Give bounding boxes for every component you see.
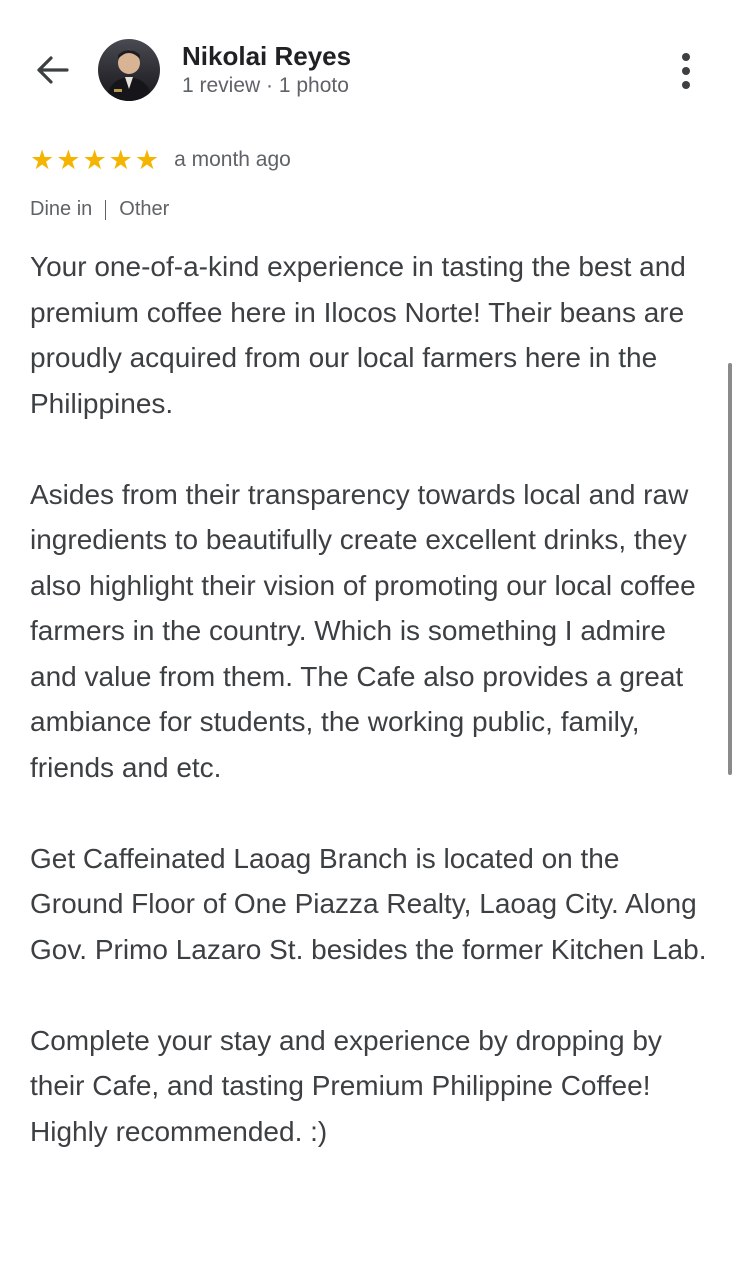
more-vert-icon (682, 53, 690, 61)
tag-divider (105, 199, 107, 220)
review-time: a month ago (174, 148, 291, 171)
review-paragraph: Complete your stay and experience by dro… (30, 1024, 662, 1147)
review-tags: Dine in Other (30, 198, 169, 221)
more-vert-icon-dot (682, 67, 690, 75)
tag-other: Other (119, 198, 170, 220)
review-paragraph: Asides from their transparency towards l… (30, 478, 696, 783)
star-icon: ★ (56, 145, 81, 175)
more-options-button[interactable] (670, 50, 702, 92)
star-icon: ★ (82, 145, 107, 175)
user-name[interactable]: Nikolai Reyes (182, 41, 351, 72)
user-review-count: 1 review · 1 photo (182, 74, 349, 97)
back-button[interactable] (30, 50, 74, 90)
star-icon: ★ (30, 145, 55, 175)
review-paragraph: Your one-of-a-kind experience in tasting… (30, 251, 686, 419)
review-page: Nikolai Reyes 1 review · 1 photo ★ ★ ★ ★ ★ a… (0, 0, 738, 1261)
star-icon: ★ (108, 145, 133, 175)
more-vert-icon-dot (682, 81, 690, 89)
rating-row: ★ ★ ★ ★ ★ a month ago (30, 145, 291, 175)
review-paragraph: Get Caffeinated Laoag Branch is located … (30, 842, 707, 965)
star-icon: ★ (134, 145, 160, 175)
scrollbar[interactable] (728, 363, 732, 775)
avatar-image (106, 50, 152, 101)
review-text: Your one-of-a-kind experience in tasting… (30, 244, 720, 1154)
star-rating: ★ ★ ★ ★ ★ (30, 145, 159, 175)
arrow-back-icon (37, 56, 69, 84)
avatar[interactable] (98, 39, 160, 101)
tag-dine-in: Dine in (30, 198, 93, 220)
